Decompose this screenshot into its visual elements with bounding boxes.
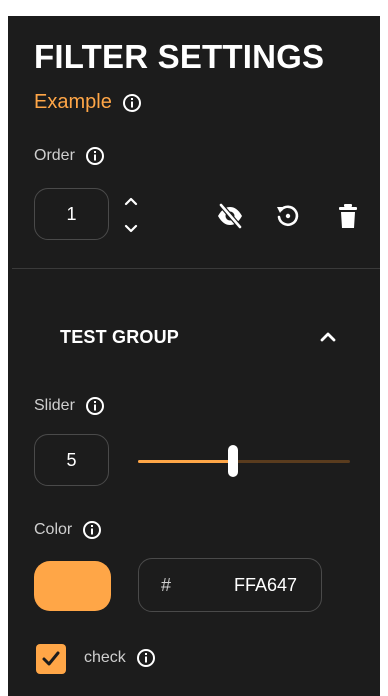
subtitle-row: Example <box>34 91 142 114</box>
filter-name: Example <box>34 91 112 113</box>
slider-thumb[interactable] <box>228 445 239 477</box>
trash-icon[interactable] <box>334 202 362 230</box>
hex-value[interactable]: FFA647 <box>234 575 297 596</box>
color-label: Color <box>34 521 73 538</box>
order-input[interactable]: 1 <box>34 188 109 240</box>
eye-off-icon[interactable] <box>216 202 244 230</box>
divider <box>12 268 380 269</box>
info-icon[interactable] <box>122 93 142 113</box>
check-label-row: check <box>84 648 156 668</box>
chevron-up-icon[interactable] <box>120 190 142 212</box>
reset-icon[interactable] <box>274 202 302 230</box>
color-swatch[interactable] <box>34 561 111 611</box>
order-label: Order <box>34 147 75 164</box>
filter-settings-panel: FILTER SETTINGS Example Order 1 TEST GRO… <box>8 16 380 696</box>
checkmark-icon <box>42 651 60 666</box>
info-icon[interactable] <box>136 648 156 668</box>
group-title[interactable]: TEST GROUP <box>60 327 179 348</box>
chevron-up-icon[interactable] <box>316 325 340 349</box>
slider-fill <box>138 460 234 463</box>
check-label[interactable]: check <box>84 649 126 667</box>
slider-value-input[interactable]: 5 <box>34 434 109 486</box>
color-label-row: Color <box>34 520 102 540</box>
info-icon[interactable] <box>85 396 105 416</box>
page-title: FILTER SETTINGS <box>34 38 325 75</box>
info-icon[interactable] <box>85 146 105 166</box>
info-icon[interactable] <box>82 520 102 540</box>
slider[interactable] <box>138 444 350 480</box>
hex-input[interactable]: # FFA647 <box>138 558 322 612</box>
check-checkbox[interactable] <box>36 644 66 674</box>
slider-label-row: Slider <box>34 396 105 416</box>
slider-label: Slider <box>34 397 75 414</box>
order-label-row: Order <box>34 146 105 166</box>
hex-hash-label: # <box>161 574 172 595</box>
chevron-down-icon[interactable] <box>120 218 142 240</box>
order-stepper[interactable] <box>120 190 142 240</box>
